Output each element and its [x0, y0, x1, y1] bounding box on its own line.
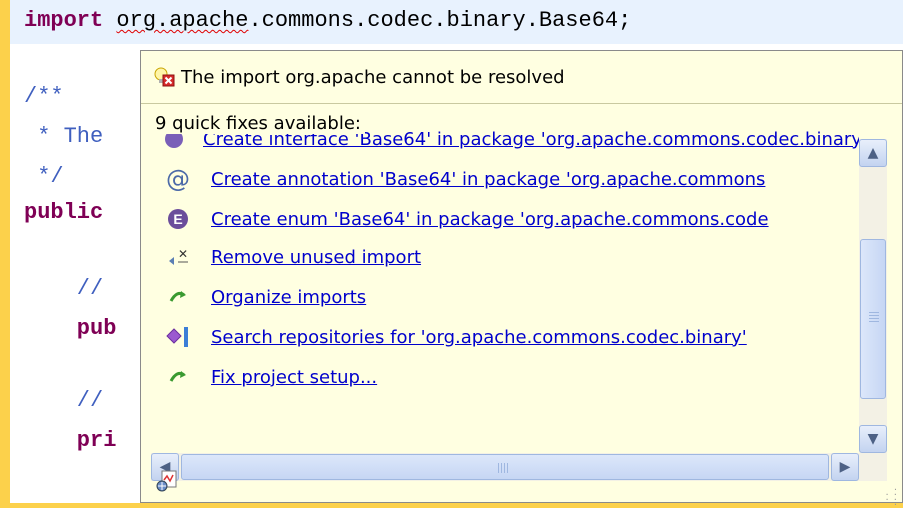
quick-fix-item[interactable]: ✕ Remove unused import: [151, 237, 859, 277]
chevron-up-icon: ▲: [867, 145, 879, 161]
link-settings-icon[interactable]: [155, 469, 179, 493]
quick-fix-item[interactable]: Organize imports: [151, 277, 859, 317]
scroll-right-button[interactable]: ▶: [831, 453, 859, 481]
quick-fix-item[interactable]: Create interface 'Base64' in package 'or…: [151, 131, 859, 159]
enum-icon: E: [163, 204, 193, 234]
quick-fix-item[interactable]: E Create enum 'Base64' in package 'org.a…: [151, 199, 859, 239]
quick-fix-item[interactable]: @ Create annotation 'Base64' in package …: [151, 159, 859, 199]
quick-fix-item[interactable]: Search repositories for 'org.apache.comm…: [151, 317, 859, 357]
fix-setup-icon: [163, 362, 193, 392]
horizontal-scrollbar[interactable]: ◀ ▶: [151, 453, 859, 481]
vertical-scrollbar[interactable]: ▲ ▼: [859, 139, 887, 453]
horizontal-scroll-thumb[interactable]: [181, 454, 829, 480]
import-keyword: import: [24, 8, 104, 33]
chevron-right-icon: ▶: [839, 459, 851, 475]
quick-fix-label: Create enum 'Base64' in package 'org.apa…: [211, 208, 769, 230]
interface-icon: [163, 131, 185, 154]
code-line-5: //: [24, 276, 104, 301]
quick-fix-label: Search repositories for 'org.apache.comm…: [211, 326, 747, 348]
chevron-down-icon: ▼: [867, 431, 879, 447]
quick-fix-popup: The import org.apache cannot be resolved…: [140, 50, 903, 508]
error-message: The import org.apache cannot be resolved: [181, 66, 565, 88]
code-line-2: * The: [24, 124, 104, 149]
quick-fix-label: Organize imports: [211, 286, 367, 308]
quick-fix-label: Remove unused import: [211, 246, 422, 268]
quick-fix-count: 9 quick fixes available:: [155, 113, 365, 134]
svg-text:✕: ✕: [178, 247, 188, 261]
vertical-scroll-thumb[interactable]: [860, 239, 886, 399]
quick-fix-list[interactable]: Create interface 'Base64' in package 'or…: [151, 131, 859, 454]
code-line-1: /**: [24, 84, 64, 109]
code-line-6: pub: [24, 316, 117, 341]
quick-fix-label: Fix project setup...: [211, 366, 378, 388]
svg-text:E: E: [173, 211, 182, 227]
scrollbar-corner: [859, 453, 887, 481]
unresolved-import[interactable]: org.apache: [116, 8, 248, 33]
remove-import-icon: ✕: [163, 242, 193, 272]
popup-footer: .. .. . .: [141, 470, 902, 508]
grip-icon: [869, 312, 879, 324]
import-line[interactable]: import org.apache.commons.codec.binary.B…: [24, 8, 631, 33]
grip-icon: [498, 463, 510, 473]
search-repository-icon: [163, 322, 193, 352]
quick-fix-item[interactable]: Fix project setup...: [151, 357, 859, 397]
code-line-8: pri: [24, 428, 117, 453]
error-lightbulb-icon: [153, 66, 175, 88]
resize-grip[interactable]: .. .. . .: [884, 483, 898, 508]
code-line-3: */: [24, 164, 64, 189]
popup-header: The import org.apache cannot be resolved: [141, 51, 902, 104]
scroll-up-button[interactable]: ▲: [859, 139, 887, 167]
quick-fix-label: Create annotation 'Base64' in package 'o…: [211, 168, 766, 190]
organize-imports-icon: [163, 282, 193, 312]
code-line-4: public: [24, 200, 104, 225]
scroll-down-button[interactable]: ▼: [859, 425, 887, 453]
annotation-icon: @: [166, 165, 190, 193]
code-line-7: //: [24, 388, 104, 413]
import-rest: .commons.codec.binary.Base64;: [248, 8, 632, 33]
